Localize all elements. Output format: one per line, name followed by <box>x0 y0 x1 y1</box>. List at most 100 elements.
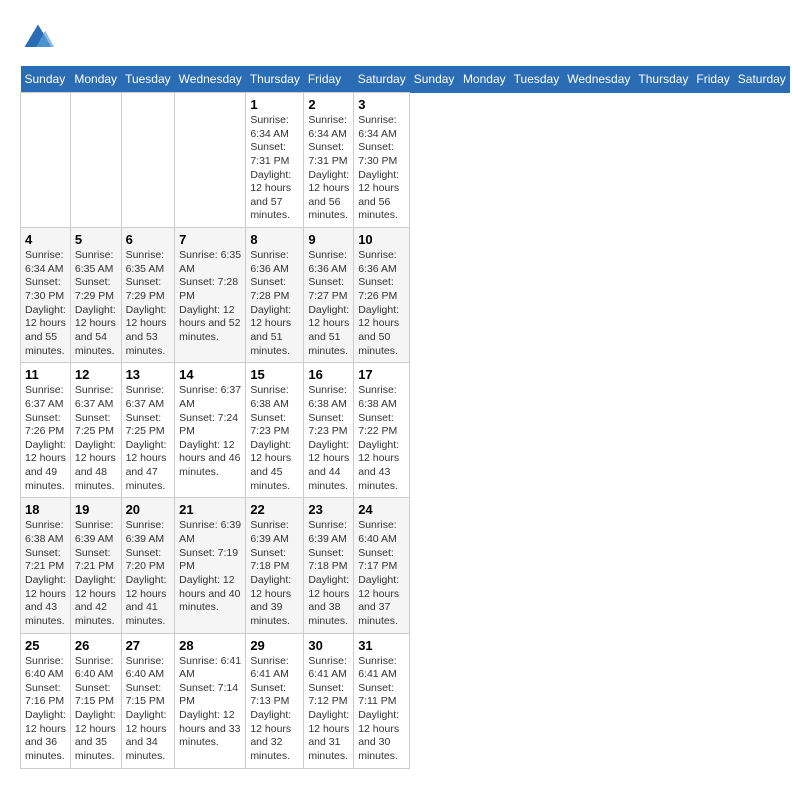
day-info: Sunrise: 6:36 AM Sunset: 7:26 PM Dayligh… <box>358 249 405 358</box>
calendar-cell: 14 Sunrise: 6:37 AM Sunset: 7:24 PM Dayli… <box>175 363 246 498</box>
calendar-week-1: 1 Sunrise: 6:34 AM Sunset: 7:31 PM Daylig… <box>21 93 790 228</box>
day-number: 11 <box>25 367 66 382</box>
day-number: 23 <box>308 502 349 517</box>
day-number: 24 <box>358 502 405 517</box>
day-header-wednesday: Wednesday <box>175 66 246 93</box>
calendar-cell: 3 Sunrise: 6:34 AM Sunset: 7:30 PM Daylig… <box>354 93 410 228</box>
logo-icon <box>20 20 56 56</box>
day-number: 16 <box>308 367 349 382</box>
page-header <box>20 20 772 56</box>
day-number: 26 <box>75 638 117 653</box>
calendar-cell: 18 Sunrise: 6:38 AM Sunset: 7:21 PM Dayli… <box>21 498 71 633</box>
day-info: Sunrise: 6:37 AM Sunset: 7:24 PM Dayligh… <box>179 384 241 479</box>
calendar-cell: 15Sunrise: 6:38 AM Sunset: 7:23 PM Dayli… <box>246 363 304 498</box>
day-header-saturday: Saturday <box>354 66 410 93</box>
day-info: Sunrise: 6:40 AM Sunset: 7:16 PM Dayligh… <box>25 655 66 764</box>
day-number: 7 <box>179 232 241 247</box>
calendar-cell <box>121 93 175 228</box>
day-info: Sunrise: 6:37 AM Sunset: 7:26 PM Dayligh… <box>25 384 66 493</box>
day-header-thursday: Thursday <box>634 66 692 93</box>
calendar-cell: 12 Sunrise: 6:37 AM Sunset: 7:25 PM Dayli… <box>70 363 121 498</box>
day-number: 18 <box>25 502 66 517</box>
calendar-cell: 10Sunrise: 6:36 AM Sunset: 7:26 PM Dayli… <box>354 228 410 363</box>
calendar-cell: 26 Sunrise: 6:40 AM Sunset: 7:15 PM Dayli… <box>70 633 121 768</box>
calendar-cell: 6 Sunrise: 6:35 AM Sunset: 7:29 PM Daylig… <box>121 228 175 363</box>
calendar-week-5: 25Sunrise: 6:40 AM Sunset: 7:16 PM Dayli… <box>21 633 790 768</box>
day-number: 19 <box>75 502 117 517</box>
calendar-week-4: 18 Sunrise: 6:38 AM Sunset: 7:21 PM Dayli… <box>21 498 790 633</box>
calendar-cell: 9Sunrise: 6:36 AM Sunset: 7:27 PM Daylig… <box>304 228 354 363</box>
day-info: Sunrise: 6:41 AM Sunset: 7:12 PM Dayligh… <box>308 655 349 764</box>
calendar-cell: 25Sunrise: 6:40 AM Sunset: 7:16 PM Dayli… <box>21 633 71 768</box>
day-number: 12 <box>75 367 117 382</box>
calendar-cell: 23 Sunrise: 6:39 AM Sunset: 7:18 PM Dayli… <box>304 498 354 633</box>
day-number: 2 <box>308 97 349 112</box>
calendar-week-3: 11 Sunrise: 6:37 AM Sunset: 7:26 PM Dayli… <box>21 363 790 498</box>
header-row: SundayMondayTuesdayWednesdayThursdayFrid… <box>21 66 790 93</box>
calendar-cell: 1 Sunrise: 6:34 AM Sunset: 7:31 PM Daylig… <box>246 93 304 228</box>
day-header-sunday: Sunday <box>410 66 459 93</box>
day-info: Sunrise: 6:39 AM Sunset: 7:18 PM Dayligh… <box>250 519 299 628</box>
day-header-monday: Monday <box>459 66 510 93</box>
day-info: Sunrise: 6:38 AM Sunset: 7:22 PM Dayligh… <box>358 384 405 493</box>
day-info: Sunrise: 6:39 AM Sunset: 7:18 PM Dayligh… <box>308 519 349 628</box>
day-info: Sunrise: 6:38 AM Sunset: 7:23 PM Dayligh… <box>308 384 349 493</box>
day-header-friday: Friday <box>304 66 354 93</box>
day-info: Sunrise: 6:38 AM Sunset: 7:21 PM Dayligh… <box>25 519 66 628</box>
day-number: 27 <box>126 638 171 653</box>
day-info: Sunrise: 6:39 AM Sunset: 7:19 PM Dayligh… <box>179 519 241 614</box>
calendar-cell <box>70 93 121 228</box>
day-number: 29 <box>250 638 299 653</box>
day-header-sunday: Sunday <box>21 66 71 93</box>
calendar-cell: 17 Sunrise: 6:38 AM Sunset: 7:22 PM Dayli… <box>354 363 410 498</box>
day-number: 22 <box>250 502 299 517</box>
day-info: Sunrise: 6:36 AM Sunset: 7:28 PM Dayligh… <box>250 249 299 358</box>
day-number: 21 <box>179 502 241 517</box>
day-number: 28 <box>179 638 241 653</box>
day-info: Sunrise: 6:37 AM Sunset: 7:25 PM Dayligh… <box>75 384 117 493</box>
day-info: Sunrise: 6:41 AM Sunset: 7:11 PM Dayligh… <box>358 655 405 764</box>
logo <box>20 20 62 56</box>
day-info: Sunrise: 6:37 AM Sunset: 7:25 PM Dayligh… <box>126 384 171 493</box>
day-number: 17 <box>358 367 405 382</box>
day-info: Sunrise: 6:35 AM Sunset: 7:28 PM Dayligh… <box>179 249 241 344</box>
day-info: Sunrise: 6:41 AM Sunset: 7:14 PM Dayligh… <box>179 655 241 750</box>
calendar-cell: 2 Sunrise: 6:34 AM Sunset: 7:31 PM Daylig… <box>304 93 354 228</box>
day-info: Sunrise: 6:35 AM Sunset: 7:29 PM Dayligh… <box>75 249 117 358</box>
calendar-cell: 24Sunrise: 6:40 AM Sunset: 7:17 PM Dayli… <box>354 498 410 633</box>
calendar-cell: 22 Sunrise: 6:39 AM Sunset: 7:18 PM Dayli… <box>246 498 304 633</box>
day-number: 15 <box>250 367 299 382</box>
day-number: 3 <box>358 97 405 112</box>
day-info: Sunrise: 6:34 AM Sunset: 7:31 PM Dayligh… <box>308 114 349 223</box>
calendar-week-2: 4 Sunrise: 6:34 AM Sunset: 7:30 PM Daylig… <box>21 228 790 363</box>
day-info: Sunrise: 6:39 AM Sunset: 7:20 PM Dayligh… <box>126 519 171 628</box>
day-number: 8 <box>250 232 299 247</box>
day-number: 30 <box>308 638 349 653</box>
calendar-cell: 16 Sunrise: 6:38 AM Sunset: 7:23 PM Dayli… <box>304 363 354 498</box>
day-header-tuesday: Tuesday <box>510 66 564 93</box>
day-info: Sunrise: 6:34 AM Sunset: 7:30 PM Dayligh… <box>358 114 405 223</box>
calendar-cell: 31Sunrise: 6:41 AM Sunset: 7:11 PM Dayli… <box>354 633 410 768</box>
calendar-cell: 30 Sunrise: 6:41 AM Sunset: 7:12 PM Dayli… <box>304 633 354 768</box>
day-info: Sunrise: 6:35 AM Sunset: 7:29 PM Dayligh… <box>126 249 171 358</box>
day-info: Sunrise: 6:40 AM Sunset: 7:15 PM Dayligh… <box>75 655 117 764</box>
day-number: 14 <box>179 367 241 382</box>
calendar-cell: 29Sunrise: 6:41 AM Sunset: 7:13 PM Dayli… <box>246 633 304 768</box>
day-number: 6 <box>126 232 171 247</box>
calendar-cell: 20Sunrise: 6:39 AM Sunset: 7:20 PM Dayli… <box>121 498 175 633</box>
calendar-table: SundayMondayTuesdayWednesdayThursdayFrid… <box>20 66 790 769</box>
day-info: Sunrise: 6:36 AM Sunset: 7:27 PM Dayligh… <box>308 249 349 358</box>
day-info: Sunrise: 6:40 AM Sunset: 7:15 PM Dayligh… <box>126 655 171 764</box>
calendar-cell <box>21 93 71 228</box>
day-info: Sunrise: 6:39 AM Sunset: 7:21 PM Dayligh… <box>75 519 117 628</box>
day-info: Sunrise: 6:34 AM Sunset: 7:30 PM Dayligh… <box>25 249 66 358</box>
calendar-cell: 8 Sunrise: 6:36 AM Sunset: 7:28 PM Daylig… <box>246 228 304 363</box>
day-info: Sunrise: 6:34 AM Sunset: 7:31 PM Dayligh… <box>250 114 299 223</box>
day-number: 1 <box>250 97 299 112</box>
day-header-tuesday: Tuesday <box>121 66 175 93</box>
day-number: 4 <box>25 232 66 247</box>
calendar-cell: 5Sunrise: 6:35 AM Sunset: 7:29 PM Daylig… <box>70 228 121 363</box>
calendar-cell: 21 Sunrise: 6:39 AM Sunset: 7:19 PM Dayli… <box>175 498 246 633</box>
day-header-thursday: Thursday <box>246 66 304 93</box>
day-number: 13 <box>126 367 171 382</box>
